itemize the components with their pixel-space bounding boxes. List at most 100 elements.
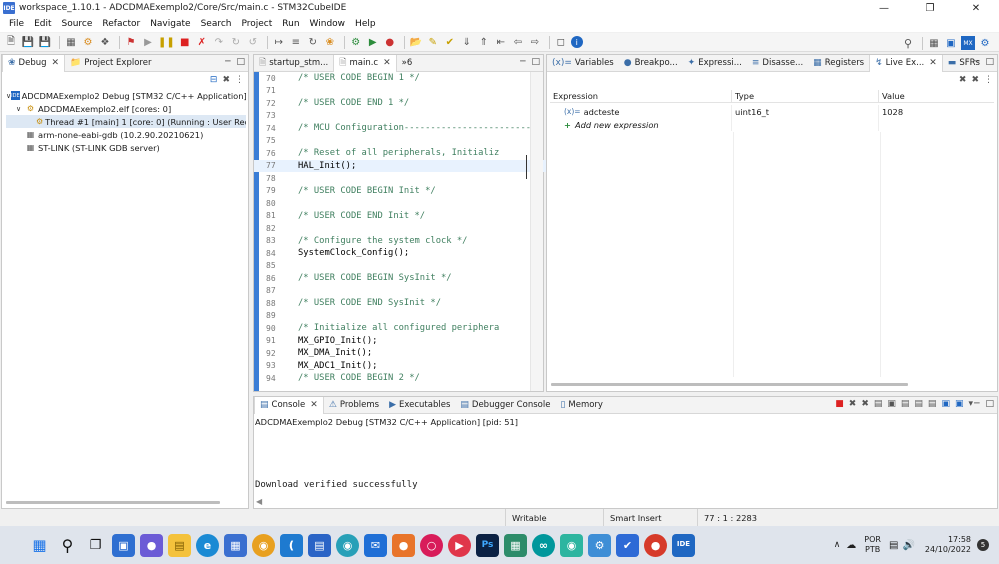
minimize-view-icon[interactable]: ─ [974,57,979,67]
arduino-icon[interactable]: ∞ [532,533,555,557]
maximize-view-icon[interactable]: □ [236,57,245,67]
minimize-button[interactable]: — [861,0,907,16]
cloud-icon[interactable]: ☁ [846,540,856,551]
app-globe-icon[interactable]: ◉ [336,533,359,557]
back-icon[interactable]: ⇦ [511,35,525,49]
restore-button[interactable]: ❐ [907,0,953,16]
word-wrap-icon[interactable]: ▤ [901,399,910,409]
search-icon[interactable]: ⚲ [56,534,79,557]
maximize-view-icon[interactable]: □ [985,57,994,67]
tab-executables[interactable]: ▶ Executables [384,397,455,414]
tab-debug[interactable]: ❀ Debug ✕ [2,54,66,72]
add-expression-cell[interactable]: + Add new expression [550,118,732,131]
chat-icon[interactable]: ● [140,533,163,557]
menu-file[interactable]: File [4,19,29,29]
menu-edit[interactable]: Edit [29,19,56,29]
new-icon[interactable]: 🗎 [4,35,18,49]
perspective-debug-icon[interactable]: ▣ [944,36,958,50]
step-into-icon[interactable]: ↷ [212,35,226,49]
task-view-icon[interactable]: ❐ [84,534,107,557]
step-return-icon[interactable]: ↺ [246,35,260,49]
vscode-icon[interactable]: ❪ [280,533,303,557]
app-red-circle-icon[interactable]: ○ [420,533,443,557]
clock[interactable]: 17:58 24/10/2022 [925,535,971,555]
minimize-view-icon[interactable]: ─ [974,399,979,409]
widgets-icon[interactable]: ▣ [112,533,135,557]
scroll-lock-icon[interactable]: ▣ [887,399,896,409]
menu-search[interactable]: Search [196,19,237,29]
windows-start-icon[interactable]: ▦ [28,534,51,557]
skip-breakpoints-icon[interactable]: ⚑ [124,35,138,49]
add-expression-row[interactable]: + Add new expression [550,118,994,131]
volume-icon[interactable]: 🔊 [902,540,914,551]
terminate-icon[interactable]: ■ [178,35,192,49]
step-over-icon[interactable]: ↻ [229,35,243,49]
display-console-icon[interactable]: ▣ [955,399,964,409]
resume-icon[interactable]: ▶ [141,35,155,49]
tab-breakpoints[interactable]: ● Breakpo... [619,55,683,72]
notification-badge[interactable]: 5 [977,539,989,551]
table-row[interactable]: (x)= adcteste uint16_t 1028 [550,105,994,118]
expressions-hscrollbar[interactable] [551,383,908,386]
debug-run-icon[interactable]: ⚙ [349,35,363,49]
open-console-icon[interactable]: ▣ [941,399,950,409]
app-gear-icon[interactable]: ⚙ [588,533,611,557]
file-explorer-icon[interactable]: ▤ [168,533,191,557]
menu-refactor[interactable]: Refactor [97,19,145,29]
pencil-icon[interactable]: ✎ [426,35,440,49]
tab-overflow[interactable]: »6 [397,55,418,72]
forward-icon[interactable]: ⇨ [528,35,542,49]
tree-item-thread[interactable]: ⚙ Thread #1 [main] 1 [core: 0] (Running … [6,115,246,128]
close-icon[interactable]: ✕ [52,58,60,68]
remove-launch-icon[interactable]: ✖ [849,399,857,409]
console-output-area[interactable]: ADCDMAExemplo2 Debug [STM32 C/C++ Applic… [254,414,997,508]
external-run-icon[interactable]: ● [383,35,397,49]
expression-cell[interactable]: (x)= adcteste [550,105,732,118]
pin-console-icon[interactable]: ▤ [914,399,923,409]
tab-project-explorer[interactable]: 📁 Project Explorer [65,55,156,72]
close-icon[interactable]: ✕ [929,58,937,68]
open-perspective-icon[interactable]: ◻ [554,35,568,49]
maximize-view-icon[interactable]: □ [531,57,540,67]
app-teal-icon[interactable]: ◉ [560,533,583,557]
open-type-icon[interactable]: 📂 [409,35,423,49]
show-on-output-icon[interactable]: ▤ [928,399,937,409]
mail-icon[interactable]: ✉ [364,533,387,557]
remove-all-terminated-icon[interactable]: ✖ [861,399,869,409]
chevron-down-icon[interactable]: ∨ [16,105,25,113]
highlight-icon[interactable]: ✔ [443,35,457,49]
network-icon[interactable]: ▤ [889,540,898,551]
external-tools-icon[interactable]: ❖ [98,35,112,49]
stm32cubeide-taskbar-icon[interactable]: IDE [672,533,695,557]
remove-all-icon[interactable]: ✖ [971,75,979,85]
tab-main-c[interactable]: 🗎 main.c ✕ [333,54,397,72]
column-expression[interactable]: Expression [550,90,732,102]
debug-hscrollbar[interactable] [6,501,220,504]
perspective-cpp-icon[interactable]: ▦ [927,36,941,50]
column-type[interactable]: Type [732,90,879,102]
menu-project[interactable]: Project [236,19,277,29]
language-indicator[interactable]: POR PTB [864,535,881,555]
tab-console[interactable]: ▤ Console ✕ [254,396,324,414]
save-icon[interactable]: 💾 [21,35,35,49]
view-menu-icon[interactable]: ⋮ [984,75,993,85]
minimize-view-icon[interactable]: ─ [225,57,230,67]
perspective-mx-icon[interactable]: MX [961,36,975,50]
tab-startup-file[interactable]: 🗎 startup_stm... [254,55,333,72]
menu-run[interactable]: Run [277,19,304,29]
next-annotation-icon[interactable]: ⇓ [460,35,474,49]
close-window-button[interactable]: ✕ [953,0,999,16]
app-check-icon[interactable]: ✔ [616,533,639,557]
notepad-icon[interactable]: ▤ [308,533,331,557]
tab-problems[interactable]: ⚠ Problems [324,397,384,414]
tab-registers[interactable]: ▦ Registers [808,55,869,72]
column-value[interactable]: Value [879,90,994,102]
media-player-icon[interactable]: ▶ [448,533,471,557]
build-icon[interactable]: ▦ [64,35,78,49]
menu-window[interactable]: Window [305,19,351,29]
tab-memory[interactable]: ▯ Memory [555,397,608,414]
tree-item-gdb[interactable]: ▦ arm-none-eabi-gdb (10.2.90.20210621) [6,128,246,141]
restart-icon[interactable]: ↻ [306,35,320,49]
circuit-app-icon[interactable]: ▦ [504,533,527,557]
app-orange-icon[interactable]: ● [392,533,415,557]
